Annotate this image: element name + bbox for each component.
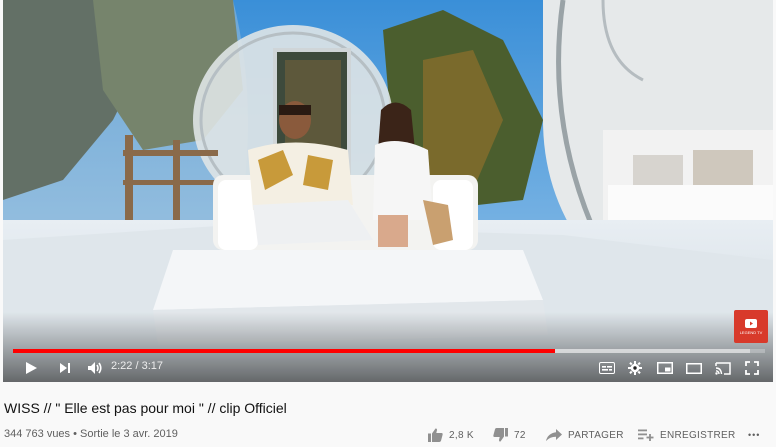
subtitles-button[interactable]: [595, 356, 619, 380]
play-button[interactable]: [19, 356, 43, 380]
next-button[interactable]: [53, 356, 77, 380]
like-icon: [428, 428, 443, 442]
meta-separator: •: [70, 428, 81, 440]
video-title: WISS // " Elle est pas pour moi " // cli…: [4, 400, 287, 416]
save-icon: [638, 429, 654, 441]
settings-icon: [628, 361, 642, 375]
more-actions-button[interactable]: •••: [748, 425, 760, 445]
share-icon: [546, 429, 562, 441]
current-time: 2:22: [111, 360, 133, 372]
volume-button[interactable]: [83, 356, 107, 380]
dislike-icon: [493, 428, 508, 442]
dislike-count: 72: [514, 429, 526, 441]
volume-icon: [88, 362, 102, 374]
cast-icon: [715, 361, 731, 375]
progress-bar[interactable]: [13, 349, 765, 353]
like-count: 2,8 K: [449, 429, 474, 441]
miniplayer-icon: [657, 362, 673, 374]
theater-button[interactable]: [682, 356, 706, 380]
more-icon: •••: [748, 430, 761, 440]
channel-watermark[interactable]: LEGEND TV: [734, 310, 768, 343]
fullscreen-button[interactable]: [740, 356, 764, 380]
watermark-play-icon: [745, 318, 757, 328]
dislike-button[interactable]: 72: [493, 425, 526, 445]
share-button[interactable]: PARTAGER: [546, 425, 624, 445]
like-button[interactable]: 2,8 K: [428, 425, 474, 445]
play-icon: [26, 362, 37, 374]
settings-button[interactable]: [623, 356, 647, 380]
save-button[interactable]: ENREGISTRER: [638, 425, 736, 445]
video-player[interactable]: LEGEND TV 2:22 / 3:17: [3, 0, 773, 382]
watermark-text: LEGEND TV: [739, 329, 763, 335]
cast-button[interactable]: [711, 356, 735, 380]
duration: 3:17: [141, 360, 164, 372]
progress-played: [13, 349, 556, 353]
next-icon: [60, 363, 70, 373]
subtitles-icon: [599, 362, 615, 374]
theater-icon: [686, 362, 702, 374]
fullscreen-icon: [745, 361, 759, 375]
time-display: 2:22 / 3:17: [111, 360, 163, 372]
save-label: ENREGISTRER: [660, 429, 736, 441]
video-meta: 344 763 vues • Sortie le 3 avr. 2019: [4, 428, 178, 440]
view-count: 344 763 vues: [4, 428, 71, 440]
player-controls: 2:22 / 3:17: [3, 356, 773, 380]
time-separator: /: [132, 360, 142, 372]
release-date: Sortie le 3 avr. 2019: [80, 428, 178, 440]
share-label: PARTAGER: [568, 429, 624, 441]
miniplayer-button[interactable]: [653, 356, 677, 380]
